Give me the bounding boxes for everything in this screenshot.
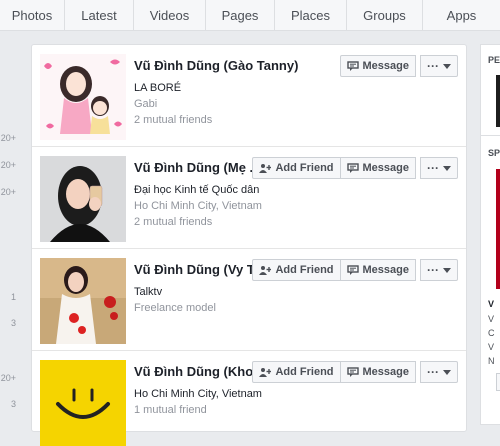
message-button[interactable]: Message [339,361,416,383]
add-friend-button[interactable]: Add Friend [252,259,341,281]
chevron-down-icon [443,366,451,378]
add-friend-button[interactable]: Add Friend [252,157,341,179]
message-button-label: Message [362,264,409,276]
chevron-down-icon [443,60,451,72]
sidebar-text: V [488,342,495,352]
sidebar-heading: PE [488,55,500,65]
sidebar-button[interactable] [496,373,500,391]
chevron-down-icon [443,264,451,276]
tab-pages[interactable]: Pages [206,0,275,31]
gutter-count: 20+ [0,133,16,143]
result-name[interactable]: Vũ Đình Dũng (Kho... [134,364,269,380]
message-button[interactable]: Message [339,259,416,281]
result-name[interactable]: Vũ Đình Dũng (Vy T... [134,262,269,278]
gutter-count: 3 [10,318,16,328]
gutter-count: 1 [10,292,16,302]
list-item: Vũ Đình Dũng (Vy T... Talktv Freelance m… [32,249,466,351]
result-detail: Talktv [134,286,163,298]
tab-places[interactable]: Places [275,0,347,31]
sidebar-thumbnail[interactable] [496,75,500,127]
add-friend-label: Add Friend [275,162,334,174]
more-dots: ··· [427,365,439,379]
gutter-count: 20+ [0,373,16,383]
message-button-label: Message [362,162,409,174]
more-options-button[interactable]: ··· [420,259,458,281]
gutter-count: 20+ [0,187,16,197]
add-friend-label: Add Friend [275,366,334,378]
avatar[interactable] [40,54,126,140]
message-button-label: Message [362,60,409,72]
mutual-friends[interactable]: 2 mutual friends [134,214,269,230]
result-detail: Ho Chi Minh City, Vietnam [134,200,262,212]
result-detail: Gabi [134,98,158,110]
more-dots: ··· [427,263,439,277]
avatar[interactable] [40,258,126,344]
message-button[interactable]: Message [339,55,416,77]
tab-videos[interactable]: Videos [134,0,206,31]
mutual-friends[interactable]: 2 mutual friends [134,112,394,128]
sidebar-text: N [488,356,495,366]
mutual-friends[interactable]: 1 mutual friend [134,402,269,418]
chevron-down-icon [443,162,451,174]
gutter-count: 3 [10,399,16,409]
message-icon [346,163,359,173]
tab-photos[interactable]: Photos [0,0,65,31]
list-item: Vũ Đình Dũng (Gào Tanny) LA BORÉ Gabi 2 … [32,45,466,147]
avatar[interactable] [40,156,126,242]
message-button[interactable]: Message [339,157,416,179]
avatar[interactable] [40,360,126,446]
result-name[interactable]: Vũ Đình Dũng (Mẹ ... [134,160,269,176]
more-options-button[interactable]: ··· [420,55,458,77]
sidebar-ad-image[interactable] [496,169,500,289]
tab-latest[interactable]: Latest [65,0,134,31]
result-detail: LA BORÉ [134,82,182,94]
sidebar-text: C [488,328,495,338]
more-options-button[interactable]: ··· [420,361,458,383]
tab-groups[interactable]: Groups [347,0,423,31]
right-sidebar: PE SP V V C V N [480,44,500,425]
add-friend-button[interactable]: Add Friend [252,361,341,383]
message-icon [346,265,359,275]
people-results-list: Vũ Đình Dũng (Gào Tanny) LA BORÉ Gabi 2 … [31,44,467,446]
search-filter-tabs: Photos Latest Videos Pages Places Groups… [0,0,500,31]
result-detail: Đại học Kinh tế Quốc dân [134,184,260,196]
tab-apps[interactable]: Apps [423,0,500,31]
sidebar-text: V [488,299,495,309]
list-item: Vũ Đình Dũng (Kho... Ho Chi Minh City, V… [32,351,466,446]
result-detail: Freelance model [134,302,216,314]
more-dots: ··· [427,59,439,73]
result-detail: Ho Chi Minh City, Vietnam [134,388,262,400]
more-options-button[interactable]: ··· [420,157,458,179]
add-friend-label: Add Friend [275,264,334,276]
add-friend-icon [259,367,272,377]
add-friend-icon [259,163,272,173]
sidebar-text: V [488,314,495,324]
list-item: Vũ Đình Dũng (Mẹ ... Đại học Kinh tế Quố… [32,147,466,249]
gutter-count: 20+ [0,160,16,170]
message-button-label: Message [362,366,409,378]
more-dots: ··· [427,161,439,175]
message-icon [346,61,359,71]
sidebar-heading: SP [488,148,500,158]
message-icon [346,367,359,377]
add-friend-icon [259,265,272,275]
